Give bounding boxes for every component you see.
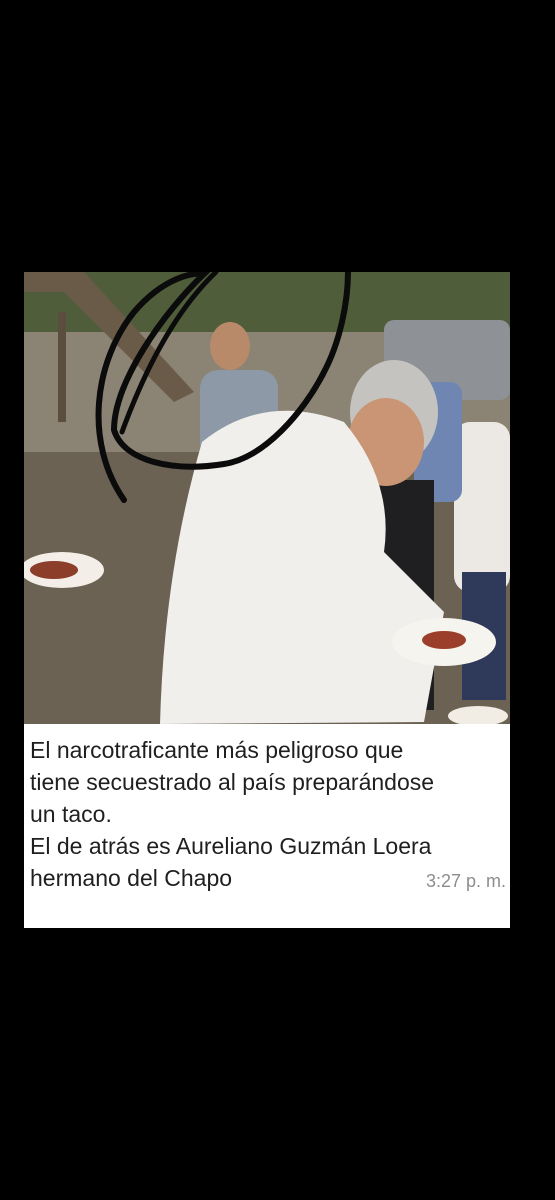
photo-wooden-post	[58, 312, 66, 422]
photo-illustration	[24, 272, 510, 724]
photo-woman-white-shirt	[454, 422, 510, 592]
message-bubble[interactable]: El narcotraficante más peligroso que tie…	[24, 272, 510, 928]
photo-taco-filling-left	[30, 561, 78, 579]
photo-taco-filling-right	[422, 631, 466, 649]
caption-line: El narcotraficante más peligroso que	[30, 737, 404, 763]
caption-line: un taco.	[30, 801, 112, 827]
message-timestamp: 3:27 p. m.	[425, 871, 506, 891]
photo-background-man-head	[210, 322, 250, 370]
message-photo[interactable]	[24, 272, 510, 724]
caption-line: El de atrás es Aureliano Guzmán Loera	[30, 833, 432, 859]
message-caption: El narcotraficante más peligroso que tie…	[30, 734, 500, 894]
caption-line: tiene secuestrado al país preparándose	[30, 769, 435, 795]
